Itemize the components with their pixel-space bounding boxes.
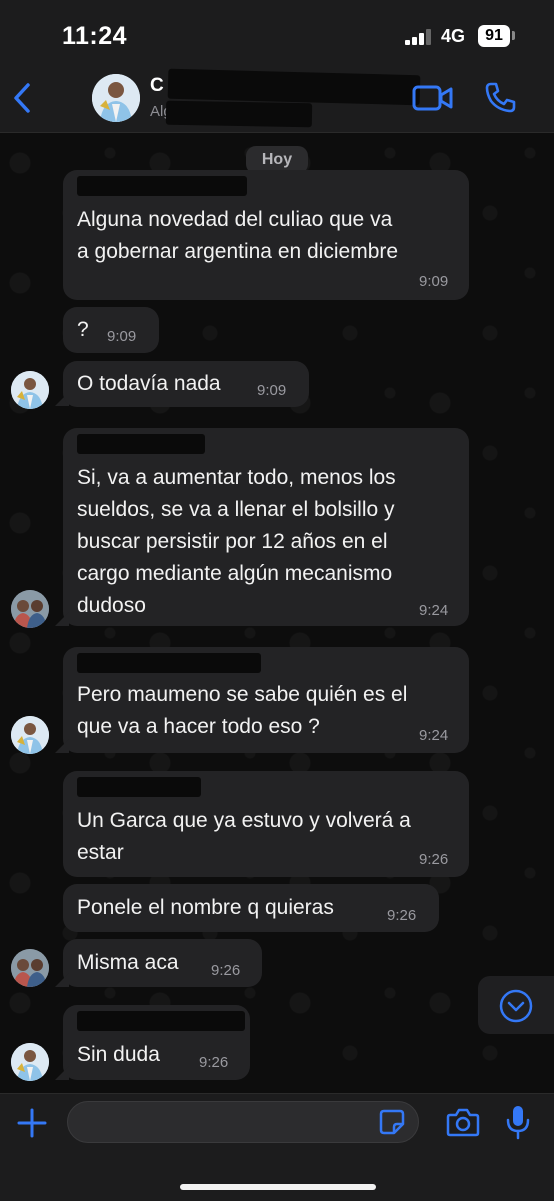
sender-avatar[interactable] (11, 949, 49, 987)
sender-name-redacted (77, 777, 201, 797)
chat-header: C Alg os,... (0, 66, 554, 133)
sender-avatar[interactable] (11, 716, 49, 754)
message-text: O todavía nada (77, 372, 221, 395)
chevron-down-icon (499, 989, 533, 1023)
message-input[interactable] (67, 1101, 419, 1143)
message-bubble[interactable]: Pero maumeno se sabe quién es el que va … (63, 647, 469, 753)
message-time: 9:09 (257, 382, 287, 399)
redaction-mark (167, 68, 421, 106)
sender-name-redacted (77, 176, 247, 196)
message-bubble[interactable]: O todavía nada 9:09 (63, 361, 309, 407)
message-time: 9:09 (419, 273, 449, 290)
message-bubble[interactable]: Sin duda 9:26 (63, 1005, 250, 1080)
message-text: Sin duda (77, 1043, 160, 1066)
scroll-to-bottom-button[interactable] (478, 976, 554, 1034)
redaction-mark (165, 100, 313, 128)
video-call-icon[interactable] (412, 83, 454, 113)
sender-avatar[interactable] (11, 1043, 49, 1081)
microphone-icon[interactable] (505, 1104, 531, 1140)
sender-avatar[interactable] (11, 371, 49, 409)
message-bubble[interactable]: Alguna novedad del culiao que va a gober… (63, 170, 469, 300)
message-time: 9:24 (419, 602, 449, 619)
battery-icon: 91 (478, 25, 510, 47)
message-time: 9:26 (211, 962, 241, 979)
network-type: 4G (441, 26, 466, 46)
status-time: 11:24 (62, 22, 128, 50)
message-text: Pero maumeno se sabe quién es el que va … (77, 683, 408, 738)
message-time: 9:26 (419, 851, 449, 868)
contact-name[interactable]: C (150, 75, 164, 97)
camera-icon[interactable] (446, 1107, 480, 1137)
message-text: Si, va a aumentar todo, menos los sueldo… (77, 466, 396, 617)
status-bar: 11:24 4G 91 (0, 0, 554, 66)
sticker-icon[interactable] (378, 1108, 406, 1136)
phone-icon[interactable] (484, 80, 518, 114)
battery-tip (512, 31, 515, 40)
message-text: Misma aca (77, 951, 179, 974)
sender-name-redacted (77, 653, 261, 673)
message-time: 9:26 (387, 907, 417, 924)
message-composer (0, 1093, 554, 1201)
message-text: Ponele el nombre q quieras (77, 896, 334, 919)
message-time: 9:26 (199, 1054, 229, 1071)
message-text: ? (77, 318, 89, 341)
sender-name-redacted (77, 1011, 245, 1031)
sender-name-redacted (77, 434, 205, 454)
message-bubble[interactable]: Misma aca 9:26 (63, 939, 262, 987)
message-bubble[interactable]: ? 9:09 (63, 307, 159, 353)
message-bubble[interactable]: Un Garca que ya estuvo y volverá a estar… (63, 771, 469, 877)
message-text: Alguna novedad del culiao que va a gober… (77, 208, 399, 263)
contact-avatar[interactable] (92, 74, 140, 122)
message-time: 9:09 (107, 328, 137, 345)
message-text: Un Garca que ya estuvo y volverá a estar (77, 809, 411, 864)
message-time: 9:24 (419, 727, 449, 744)
sender-avatar[interactable] (11, 590, 49, 628)
home-indicator (180, 1184, 376, 1190)
message-bubble[interactable]: Ponele el nombre q quieras 9:26 (63, 884, 439, 932)
back-chevron-icon[interactable] (8, 80, 38, 116)
message-bubble[interactable]: Si, va a aumentar todo, menos los sueldo… (63, 428, 469, 626)
plus-icon[interactable] (16, 1107, 48, 1139)
cellular-signal-icon (405, 29, 435, 45)
